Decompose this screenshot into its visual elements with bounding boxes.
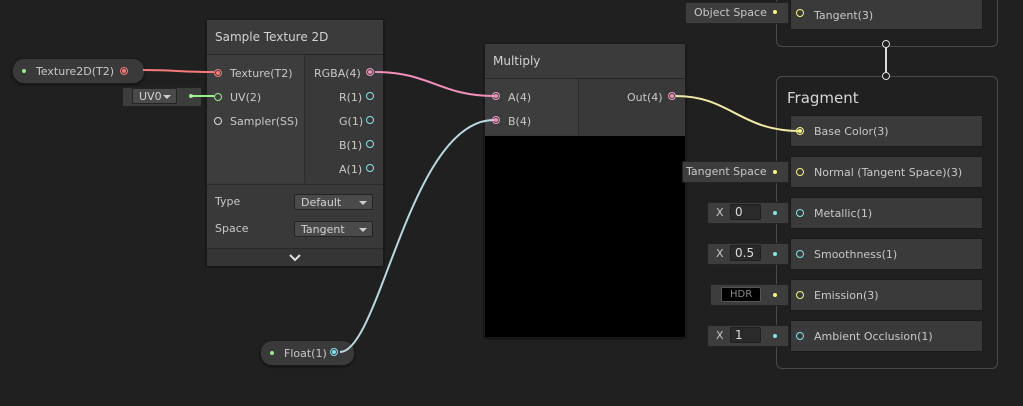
node-title: Sample Texture 2D: [215, 30, 329, 44]
slot-emission[interactable]: Emission(3): [790, 279, 983, 311]
normal-space-label: Tangent Space: [686, 165, 767, 178]
slot-ambient-occlusion[interactable]: Ambient Occlusion(1): [790, 320, 983, 352]
divider: [207, 184, 383, 185]
slot-tangent-label: Tangent(3): [814, 9, 874, 22]
node-header[interactable]: Multiply: [485, 44, 685, 79]
r-output-port[interactable]: [366, 92, 374, 100]
ambient-occlusion-port[interactable]: [796, 332, 804, 340]
texture2d-label: Texture2D(T2): [36, 65, 115, 78]
texture-input-label: Texture(T2): [230, 67, 293, 80]
metallic-value-field[interactable]: 0: [730, 204, 761, 220]
metallic-inline-dot[interactable]: [773, 211, 777, 215]
a-output-port[interactable]: [366, 164, 374, 172]
texture2d-output-port[interactable]: [120, 67, 128, 75]
float-output-port[interactable]: [330, 348, 338, 356]
tangent-port[interactable]: [796, 9, 804, 17]
fragment-title: Fragment: [787, 89, 859, 107]
wire-texture: [142, 69, 215, 73]
b-output-port[interactable]: [366, 140, 374, 148]
uv-dropdown-value: UV0: [139, 90, 162, 103]
multiply-b-label: B(4): [508, 115, 532, 128]
normal-port[interactable]: [796, 168, 804, 176]
slot-emission-label: Emission(3): [814, 289, 879, 302]
slot-base-color-label: Base Color(3): [814, 125, 889, 138]
g-output-label: G(1): [339, 115, 364, 128]
type-dropdown[interactable]: Default: [294, 194, 373, 210]
uv-dropdown[interactable]: UV0: [132, 88, 177, 104]
multiply-node[interactable]: Multiply: [484, 43, 686, 338]
type-label: Type: [215, 195, 241, 208]
a-output-label: A(1): [339, 163, 363, 176]
wire-rgba-to-a: [374, 71, 495, 97]
fragment-flow-port[interactable]: [882, 72, 890, 80]
type-dropdown-value: Default: [301, 196, 342, 209]
r-output-label: R(1): [339, 91, 363, 104]
chevron-down-icon: [289, 254, 301, 262]
g-output-port[interactable]: [366, 116, 374, 124]
sampler-input-port[interactable]: [214, 117, 222, 125]
float-label: Float(1): [284, 347, 327, 360]
rgba-output-label: RGBA(4): [314, 67, 361, 80]
space-dropdown[interactable]: Tangent: [294, 221, 373, 237]
uv-input-label: UV(2): [230, 91, 262, 104]
float-property-node[interactable]: Float(1): [260, 340, 355, 366]
space-label: Space: [215, 222, 249, 235]
slot-base-color[interactable]: Base Color(3): [790, 115, 983, 147]
smoothness-inline-dot[interactable]: [773, 252, 777, 256]
smoothness-axis-label: X: [716, 247, 724, 260]
slot-metallic-label: Metallic(1): [814, 207, 873, 220]
node-header[interactable]: Sample Texture 2D: [207, 20, 383, 55]
sampler-input-label: Sampler(SS): [230, 115, 299, 128]
slot-ambient-occlusion-label: Ambient Occlusion(1): [814, 330, 933, 343]
chevron-down-icon: [163, 95, 171, 99]
space-dropdown-value: Tangent: [301, 223, 345, 236]
multiply-preview: [485, 136, 685, 337]
slot-metallic[interactable]: Metallic(1): [790, 197, 983, 229]
smoothness-value-field[interactable]: 0.5: [730, 245, 761, 261]
texture2d-property-node[interactable]: Texture2D(T2): [12, 58, 145, 84]
rgba-output-port[interactable]: [366, 68, 374, 76]
ao-axis-label: X: [716, 329, 724, 342]
slot-normal-label: Normal (Tangent Space)(3): [814, 166, 963, 179]
metallic-port[interactable]: [796, 209, 804, 217]
emission-hdr-label: HDR: [730, 289, 753, 300]
multiply-b-port[interactable]: [492, 116, 500, 124]
float-exposed-dot: [270, 351, 274, 355]
texture-input-port[interactable]: [214, 69, 222, 77]
vertex-flow-port[interactable]: [882, 40, 890, 48]
chevron-down-icon: [359, 228, 367, 232]
expand-bar[interactable]: [207, 248, 383, 266]
chevron-down-icon: [359, 201, 367, 205]
multiply-inputs-column: [485, 79, 579, 135]
multiply-out-port[interactable]: [668, 92, 676, 100]
uv-input-port[interactable]: [214, 93, 222, 101]
slot-normal[interactable]: Normal (Tangent Space)(3): [790, 156, 983, 188]
ao-value-field[interactable]: 1: [730, 327, 761, 343]
object-space-label: Object Space: [694, 6, 767, 19]
object-space-port[interactable]: [773, 10, 777, 14]
multiply-out-label: Out(4): [627, 91, 663, 104]
texture2d-exposed-dot: [22, 69, 26, 73]
slot-smoothness[interactable]: Smoothness(1): [790, 238, 983, 270]
emission-port[interactable]: [796, 291, 804, 299]
b-output-label: B(1): [339, 139, 363, 152]
multiply-title: Multiply: [493, 54, 541, 68]
multiply-a-label: A(4): [508, 91, 532, 104]
uv-port-dot[interactable]: [189, 94, 193, 98]
normal-inline-dot[interactable]: [773, 170, 777, 174]
smoothness-port[interactable]: [796, 250, 804, 258]
slot-smoothness-label: Smoothness(1): [814, 248, 898, 261]
base-color-port[interactable]: [796, 127, 804, 135]
slot-tangent[interactable]: Tangent(3): [790, 0, 983, 30]
emission-inline-dot[interactable]: [773, 293, 777, 297]
emission-hdr-swatch[interactable]: HDR: [721, 287, 761, 302]
ao-inline-dot[interactable]: [773, 334, 777, 338]
multiply-a-port[interactable]: [492, 92, 500, 100]
metallic-axis-label: X: [716, 206, 724, 219]
